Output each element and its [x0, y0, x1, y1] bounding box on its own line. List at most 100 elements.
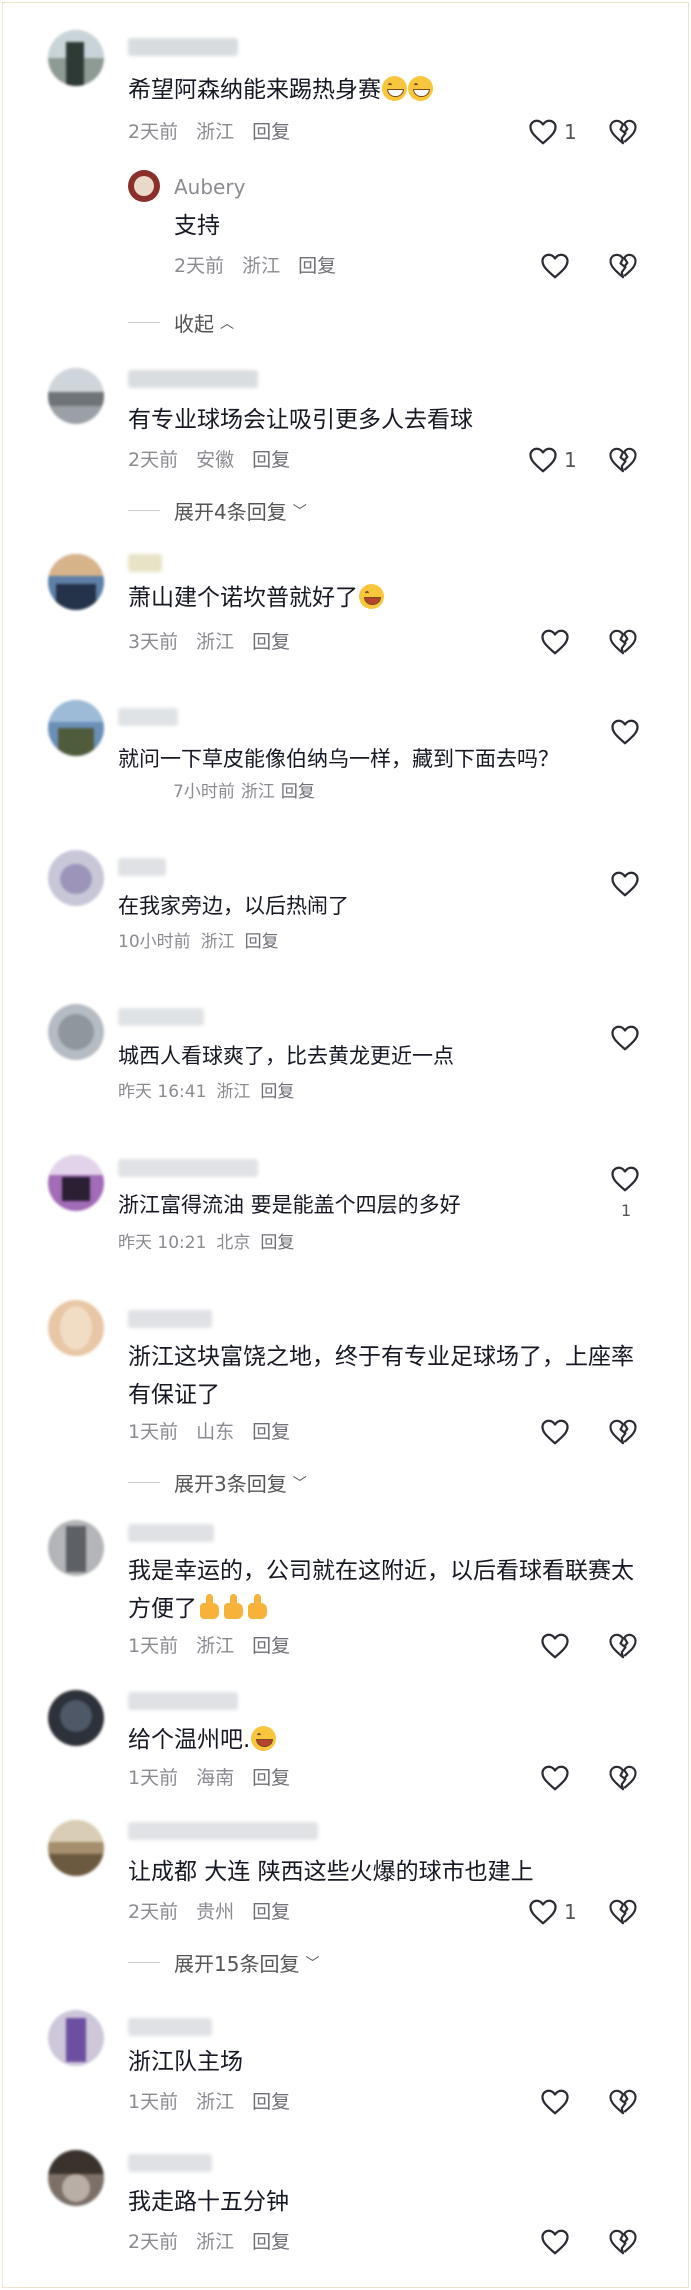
- chevron-up-icon: ︿: [220, 315, 234, 332]
- comment-location: 浙江: [242, 255, 281, 277]
- avatar[interactable]: [48, 30, 104, 86]
- expand-replies-button[interactable]: 展开15条回复 ﹀: [128, 1948, 319, 1977]
- avatar[interactable]: [48, 2150, 104, 2206]
- avatar[interactable]: [48, 700, 104, 756]
- expand-replies-button[interactable]: 展开3条回复 ﹀: [128, 1468, 307, 1497]
- username[interactable]: [118, 858, 166, 876]
- thumbs-up-emoji: [198, 1594, 221, 1620]
- like-button[interactable]: [540, 252, 570, 280]
- like-button[interactable]: 1: [528, 1898, 577, 1926]
- heart-outline-icon: [529, 447, 557, 473]
- reply-button[interactable]: 回复: [281, 782, 315, 802]
- avatar[interactable]: [48, 850, 104, 906]
- username[interactable]: [128, 38, 238, 56]
- comment-item: 给个温州吧. 1天前 海南 回复: [0, 1670, 691, 1800]
- heart-outline-icon: [541, 629, 569, 655]
- reply-button[interactable]: 回复: [260, 1082, 294, 1102]
- avatar[interactable]: [48, 1004, 104, 1060]
- username[interactable]: [118, 708, 178, 726]
- reply-button[interactable]: 回复: [252, 1635, 290, 1657]
- like-button[interactable]: [540, 628, 570, 656]
- reply-button[interactable]: 回复: [245, 932, 279, 952]
- username[interactable]: [128, 370, 258, 388]
- reply-button[interactable]: 回复: [298, 255, 336, 277]
- comment-text: 给个温州吧.: [128, 1722, 277, 1758]
- laughing-emoji: [359, 584, 384, 609]
- reply-button[interactable]: 回复: [252, 1767, 290, 1789]
- like-button[interactable]: [540, 1418, 570, 1446]
- dislike-button[interactable]: [608, 2087, 638, 2121]
- collapse-replies-button[interactable]: 收起 ︿: [128, 308, 234, 337]
- username[interactable]: [128, 2154, 212, 2172]
- dislike-button[interactable]: [608, 2227, 638, 2261]
- avatar[interactable]: [48, 368, 104, 424]
- reply-button[interactable]: 回复: [260, 1233, 294, 1253]
- dislike-button[interactable]: [608, 117, 638, 151]
- reply-button[interactable]: 回复: [252, 121, 290, 143]
- heart-outline-icon: [611, 1025, 639, 1051]
- reply-button[interactable]: 回复: [252, 1901, 290, 1923]
- username[interactable]: [128, 1822, 318, 1840]
- dislike-button[interactable]: [608, 1631, 638, 1665]
- comment-time: 1天前: [128, 1767, 179, 1789]
- heart-outline-icon: [529, 119, 557, 145]
- dislike-button[interactable]: [608, 1897, 638, 1931]
- sub-reply-meta: 2天前 浙江 回复: [174, 254, 354, 278]
- username[interactable]: [128, 2018, 212, 2036]
- like-button[interactable]: 1: [528, 118, 577, 146]
- broken-heart-icon: [609, 1899, 637, 1925]
- username[interactable]: [128, 554, 162, 572]
- like-button[interactable]: [540, 2228, 570, 2256]
- like-button[interactable]: [610, 1165, 640, 1193]
- comment-time: 昨天 10:21: [118, 1233, 207, 1253]
- dislike-button[interactable]: [608, 627, 638, 661]
- dislike-button[interactable]: [608, 445, 638, 479]
- like-button[interactable]: [610, 870, 640, 898]
- like-button[interactable]: [540, 1632, 570, 1660]
- avatar[interactable]: [48, 1155, 104, 1211]
- reply-button[interactable]: 回复: [252, 631, 290, 653]
- reply-button[interactable]: 回复: [252, 449, 290, 471]
- comment-item: 浙江富得流油 要是能盖个四层的多好 昨天 10:21 北京 回复 1: [0, 1155, 691, 1290]
- like-button[interactable]: [540, 1764, 570, 1792]
- comment-time: 1天前: [128, 1421, 179, 1443]
- chevron-down-icon: ﹀: [292, 1475, 307, 1492]
- username[interactable]: [118, 1159, 258, 1177]
- username[interactable]: [118, 1008, 204, 1026]
- avatar[interactable]: [48, 2010, 104, 2066]
- heart-outline-icon: [611, 1166, 639, 1192]
- comment-text: 我是幸运的，公司就在这附近，以后看球看联赛太方便了: [128, 1558, 634, 1622]
- comment-location: 浙江: [200, 932, 235, 952]
- dislike-button[interactable]: [608, 1417, 638, 1451]
- like-button[interactable]: 1: [528, 446, 577, 474]
- like-button[interactable]: [610, 718, 640, 746]
- laughing-emoji: [251, 1726, 277, 1751]
- expand-replies-button[interactable]: 展开4条回复 ﹀: [128, 496, 307, 525]
- comment-text: 让成都 大连 陕西这些火爆的球市也建上: [128, 1859, 534, 1885]
- reply-button[interactable]: 回复: [252, 1421, 290, 1443]
- avatar[interactable]: [48, 1690, 104, 1746]
- like-button[interactable]: [540, 2088, 570, 2116]
- avatar[interactable]: [48, 1520, 104, 1576]
- reply-button[interactable]: 回复: [252, 2231, 290, 2253]
- avatar[interactable]: [48, 554, 104, 610]
- dislike-button[interactable]: [608, 251, 638, 285]
- reply-button[interactable]: 回复: [252, 2091, 290, 2113]
- sub-reply-text: 支持: [174, 213, 220, 239]
- sub-reply-username[interactable]: Aubery: [174, 175, 245, 199]
- comment-item: 有专业球场会让吸引更多人去看球 2天前 安徽 回复 1 展开4条回复 ﹀: [0, 340, 691, 530]
- username[interactable]: [128, 1692, 238, 1710]
- avatar[interactable]: [128, 170, 160, 202]
- comment-meta: 2天前 安徽 回复: [128, 448, 308, 472]
- username[interactable]: [128, 1524, 214, 1542]
- username[interactable]: [128, 1310, 212, 1328]
- avatar[interactable]: [48, 1820, 104, 1876]
- chevron-down-icon: ﹀: [305, 1955, 320, 1972]
- dislike-button[interactable]: [608, 1763, 638, 1797]
- heart-outline-icon: [611, 719, 639, 745]
- avatar[interactable]: [48, 1300, 104, 1356]
- comment-time: 昨天 16:41: [118, 1082, 207, 1102]
- like-button[interactable]: [610, 1024, 640, 1052]
- comment-item: 浙江队主场 1天前 浙江 回复: [0, 2000, 691, 2140]
- divider-line: [128, 322, 160, 323]
